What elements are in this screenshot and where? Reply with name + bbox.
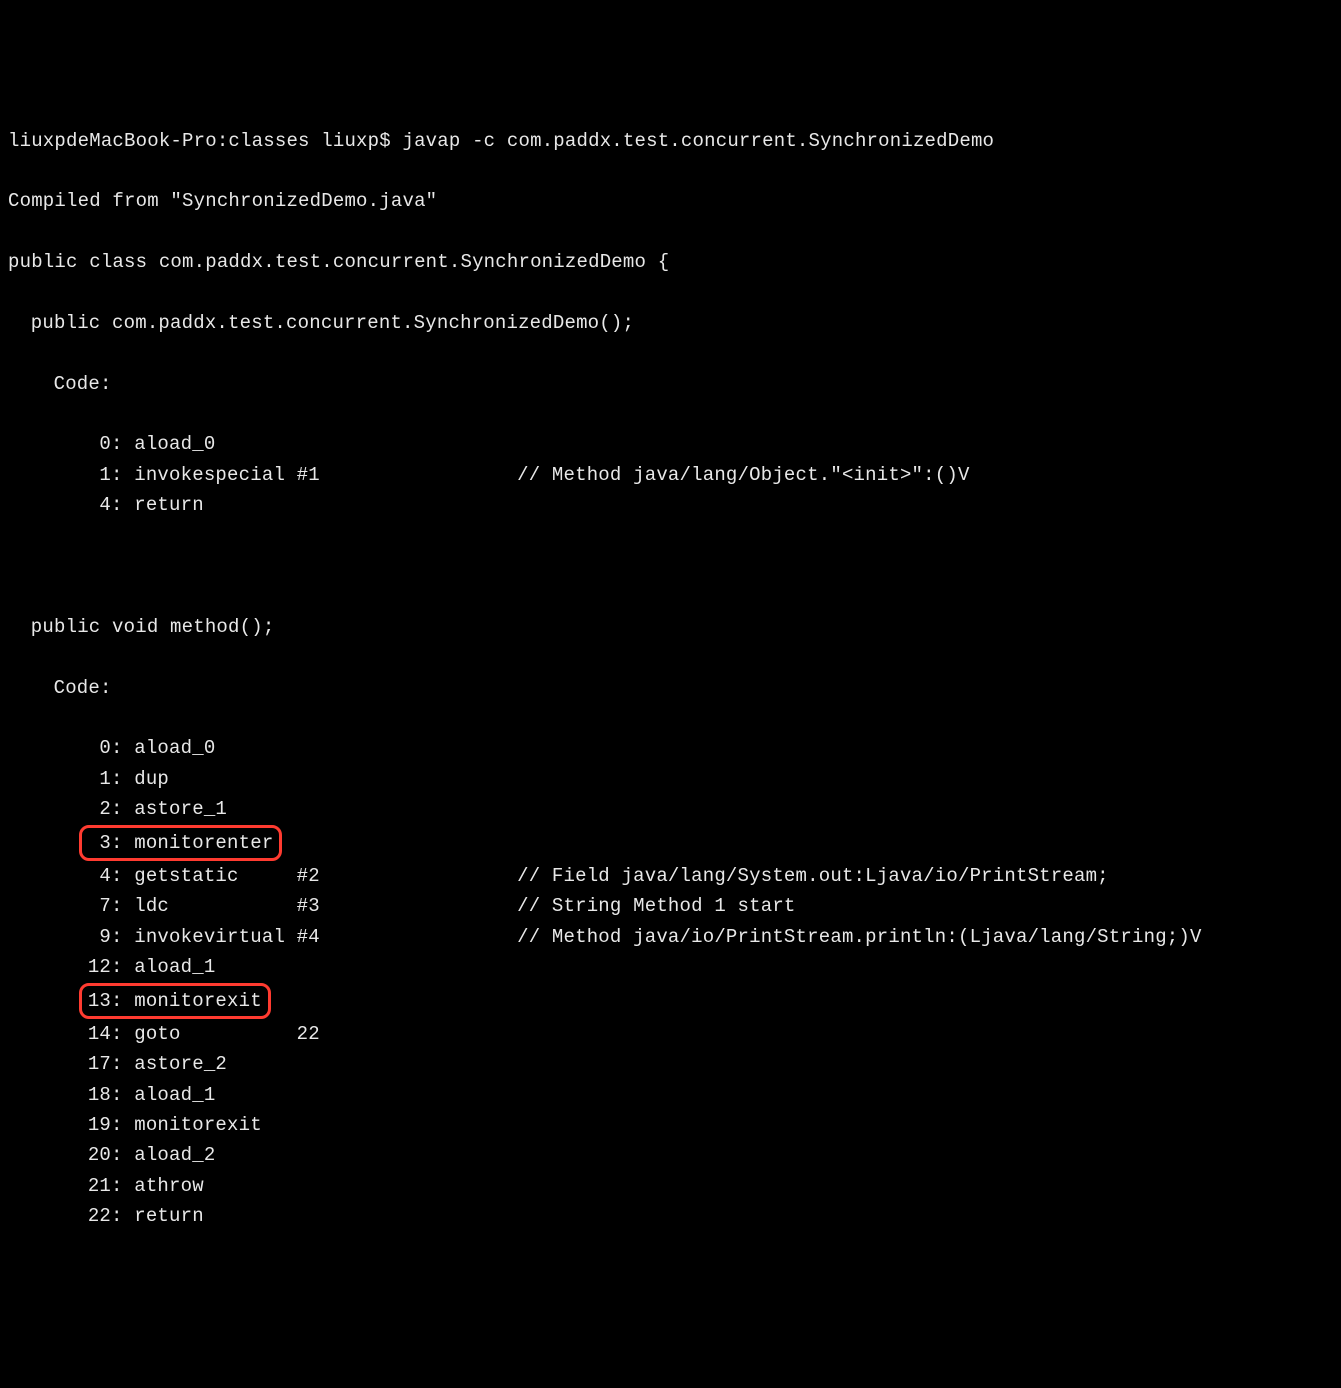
constructor-code-label: Code: xyxy=(8,369,1333,399)
constructor-opcode: 1: invokespecial #1 xyxy=(88,464,320,486)
method-opcode: 18: aload_1 xyxy=(88,1084,216,1106)
method-instruction: 9: invokevirtual #4 // Method java/io/Pr… xyxy=(8,922,1333,952)
constructor-opcode: 0: aload_0 xyxy=(88,433,216,455)
method-opcode: 4: getstatic #2 xyxy=(88,865,320,887)
method-code-label: Code: xyxy=(8,673,1333,703)
method-instruction: 20: aload_2 xyxy=(8,1140,1333,1170)
method-instruction: 18: aload_1 xyxy=(8,1080,1333,1110)
method-instruction: 21: athrow xyxy=(8,1171,1333,1201)
method-instruction: 4: getstatic #2 // Field java/lang/Syste… xyxy=(8,861,1333,891)
method-opcode: 7: ldc #3 xyxy=(88,895,320,917)
constructor-instruction: 0: aload_0 xyxy=(8,429,1333,459)
method-highlight-box: 13: monitorexit xyxy=(79,983,271,1019)
method-instruction: 22: return xyxy=(8,1201,1333,1231)
constructor-instruction: 1: invokespecial #1 // Method java/lang/… xyxy=(8,460,1333,490)
constructor-comment: // Method java/lang/Object."<init>":()V xyxy=(320,464,970,486)
method-instruction: 13: monitorexit xyxy=(8,983,1333,1019)
method-instruction: 14: goto 22 xyxy=(8,1019,1333,1049)
method-opcode: 20: aload_2 xyxy=(88,1144,216,1166)
method-opcode: 22: return xyxy=(88,1205,204,1227)
method-instruction: 0: aload_0 xyxy=(8,733,1333,763)
class-declaration: public class com.paddx.test.concurrent.S… xyxy=(8,247,1333,277)
method-instruction: 1: dup xyxy=(8,764,1333,794)
constructor-instruction: 4: return xyxy=(8,490,1333,520)
method-highlight-box: 3: monitorenter xyxy=(79,825,283,861)
method-instruction: 17: astore_2 xyxy=(8,1049,1333,1079)
compiled-from: Compiled from "SynchronizedDemo.java" xyxy=(8,186,1333,216)
method-opcode: 19: monitorexit xyxy=(88,1114,262,1136)
method-opcode: 2: astore_1 xyxy=(88,798,227,820)
method-comment: // Method java/io/PrintStream.println:(L… xyxy=(320,926,1202,948)
method-comment: // Field java/lang/System.out:Ljava/io/P… xyxy=(320,865,1109,887)
shell-command: javap -c com.paddx.test.concurrent.Synch… xyxy=(402,130,994,152)
method-opcode: 9: invokevirtual #4 xyxy=(88,926,320,948)
method-opcode: 14: goto 22 xyxy=(88,1023,320,1045)
method-instruction: 12: aload_1 xyxy=(8,952,1333,982)
prompt-line: liuxpdeMacBook-Pro:classes liuxp$ javap … xyxy=(8,126,1333,156)
method-comment: // String Method 1 start xyxy=(320,895,796,917)
method-instruction: 2: astore_1 xyxy=(8,794,1333,824)
shell-prompt[interactable]: liuxpdeMacBook-Pro:classes liuxp$ xyxy=(8,130,402,152)
method-opcode: 21: athrow xyxy=(88,1175,204,1197)
method-instruction: 3: monitorenter xyxy=(8,825,1333,861)
constructor-opcode: 4: return xyxy=(88,494,204,516)
method-opcode: 0: aload_0 xyxy=(88,737,216,759)
method-instruction: 19: monitorexit xyxy=(8,1110,1333,1140)
method-opcode: 1: dup xyxy=(88,768,169,790)
blank-line xyxy=(8,551,1333,581)
method-opcode: 12: aload_1 xyxy=(88,956,216,978)
constructor-signature: public com.paddx.test.concurrent.Synchro… xyxy=(8,308,1333,338)
method-opcode: 17: astore_2 xyxy=(88,1053,227,1075)
method-instruction: 7: ldc #3 // String Method 1 start xyxy=(8,891,1333,921)
method-signature: public void method(); xyxy=(8,612,1333,642)
